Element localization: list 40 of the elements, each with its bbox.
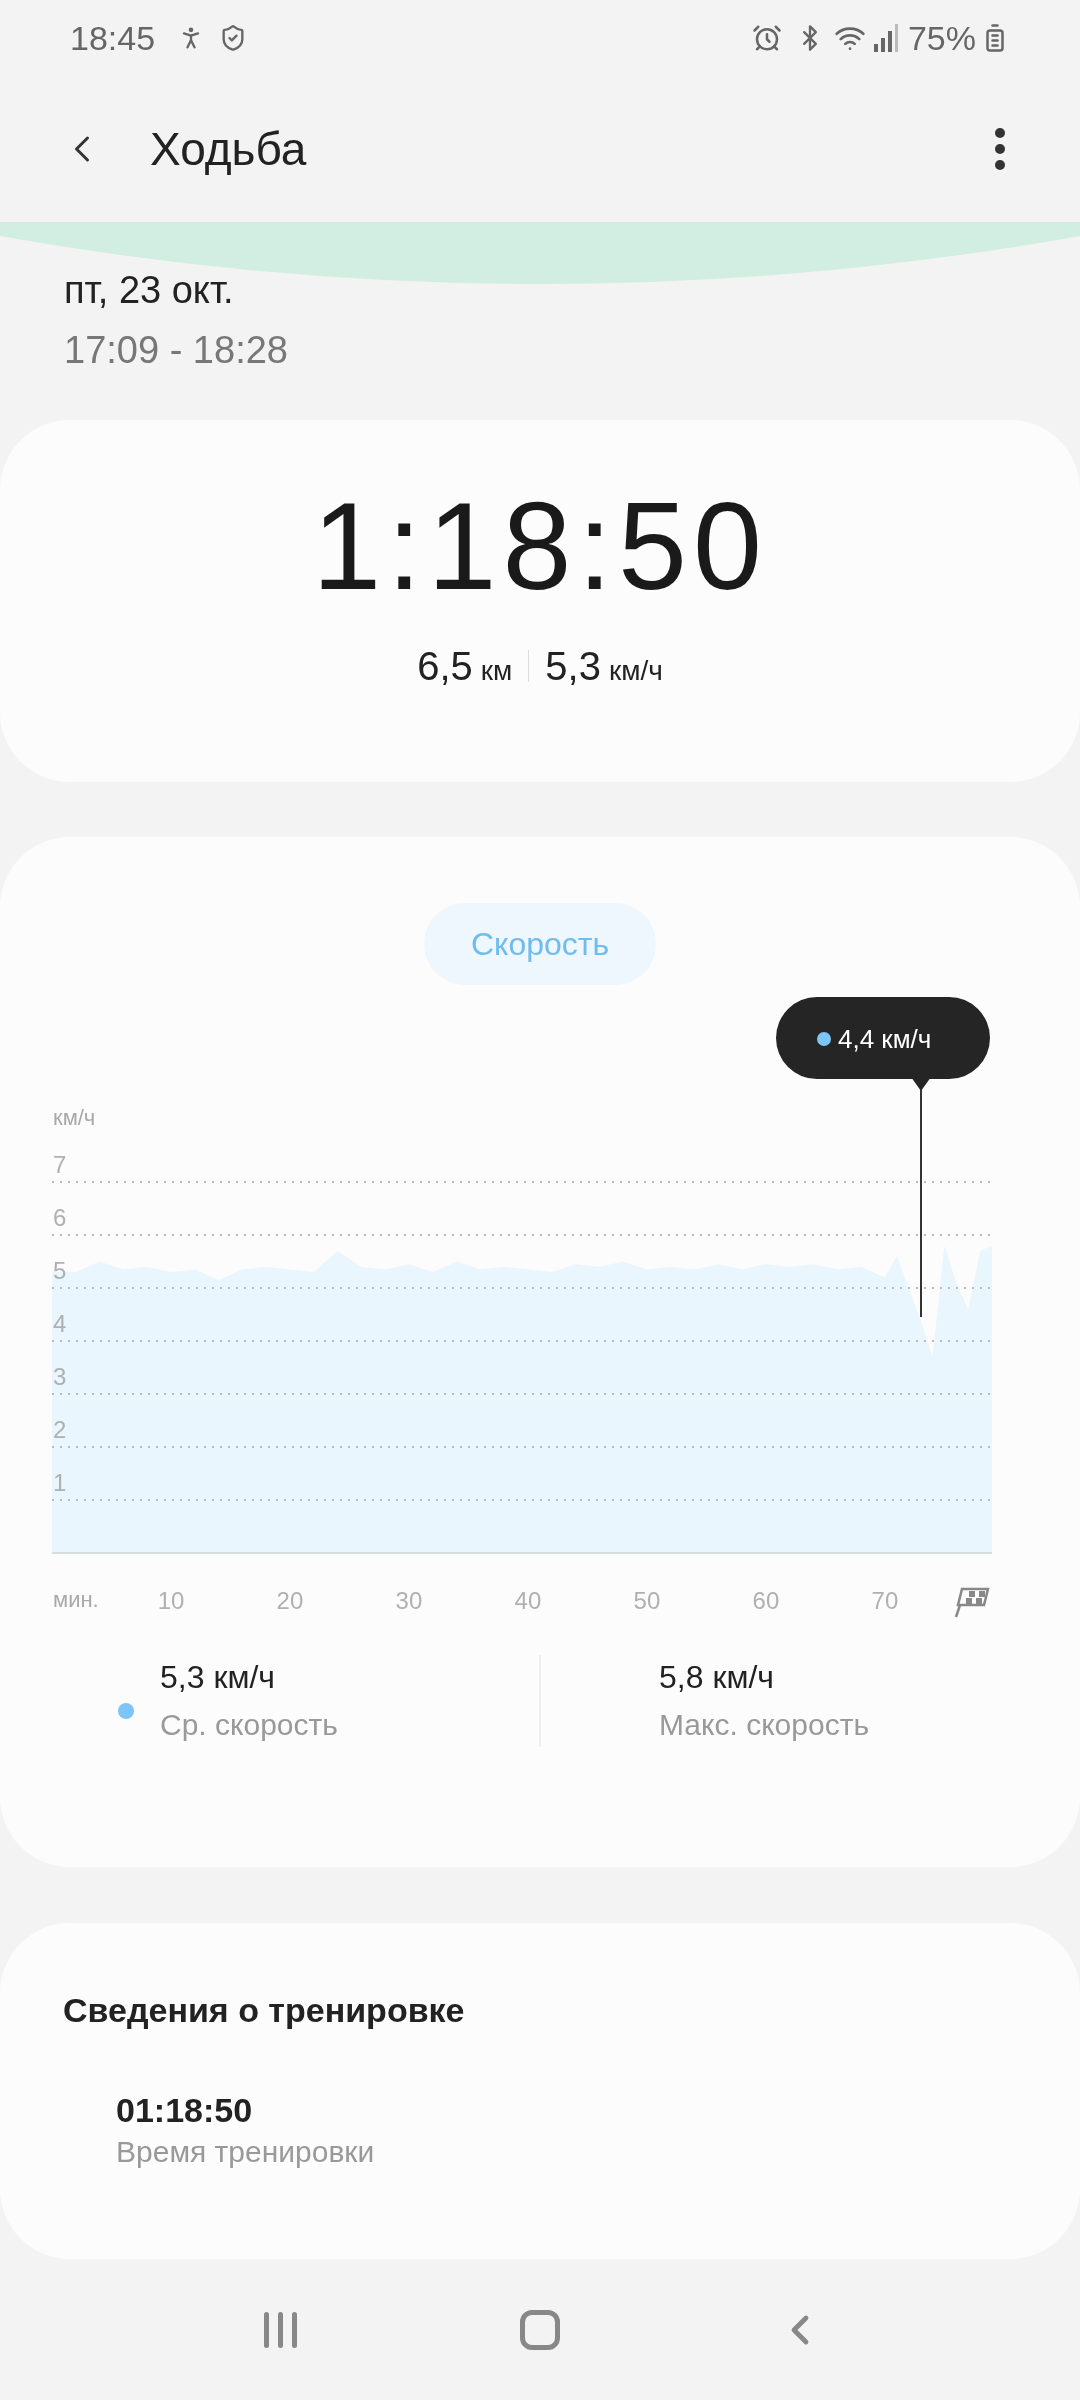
y-tick-label: 2 [53, 1415, 67, 1443]
speed-unit: км/ч [608, 654, 663, 688]
x-tick-label: 60 [752, 1587, 780, 1614]
detail-value: 01:18:50 [116, 2090, 254, 2131]
distance-value: 6,5 [417, 643, 473, 690]
x-tick-label: 40 [514, 1587, 542, 1614]
stat-label: Макс. скорость [659, 1707, 870, 1743]
workout-time-range: 17:09 - 18:28 [64, 328, 289, 373]
y-tick-label: 3 [53, 1362, 67, 1390]
x-tick-label: 10 [157, 1587, 185, 1614]
finish-flag-icon [954, 1587, 990, 1618]
stat-label: Ср. скорость [160, 1707, 338, 1743]
speed-tab[interactable]: Скорость [424, 903, 656, 985]
x-tick-label: 50 [633, 1587, 661, 1614]
y-tick-label: 7 [53, 1150, 67, 1178]
workout-date: пт, 23 окт. [64, 268, 235, 313]
series-dot [817, 1032, 831, 1046]
x-tick-label: 20 [276, 1587, 304, 1614]
y-tick-label: 4 [53, 1309, 67, 1337]
status-time: 18:45 [70, 17, 156, 59]
battery-percent: 75% [907, 17, 976, 59]
signal-icon [873, 24, 898, 52]
y-axis-unit: км/ч [53, 1105, 96, 1130]
tooltip-value: 4,4 км/ч [838, 1024, 932, 1054]
stat-value: 5,8 км/ч [659, 1658, 775, 1697]
screen-title: Ходьба [150, 121, 307, 177]
duration-display: 1:18:50 [312, 476, 768, 616]
x-axis-unit: мин. [53, 1587, 99, 1612]
more-icon [994, 127, 1006, 171]
distance-unit: км [480, 654, 513, 688]
alarm-icon [751, 23, 782, 53]
speed-value: 5,3 [545, 643, 601, 690]
detail-label: Время тренировки [116, 2134, 376, 2170]
details-title: Сведения о тренировке [63, 1990, 466, 2031]
x-tick-label: 30 [395, 1587, 423, 1614]
y-tick-label: 5 [53, 1256, 67, 1284]
y-tick-label: 6 [53, 1203, 67, 1231]
stat-value: 5,3 км/ч [160, 1658, 276, 1697]
y-tick-label: 1 [53, 1468, 67, 1496]
x-tick-label: 70 [871, 1587, 899, 1614]
